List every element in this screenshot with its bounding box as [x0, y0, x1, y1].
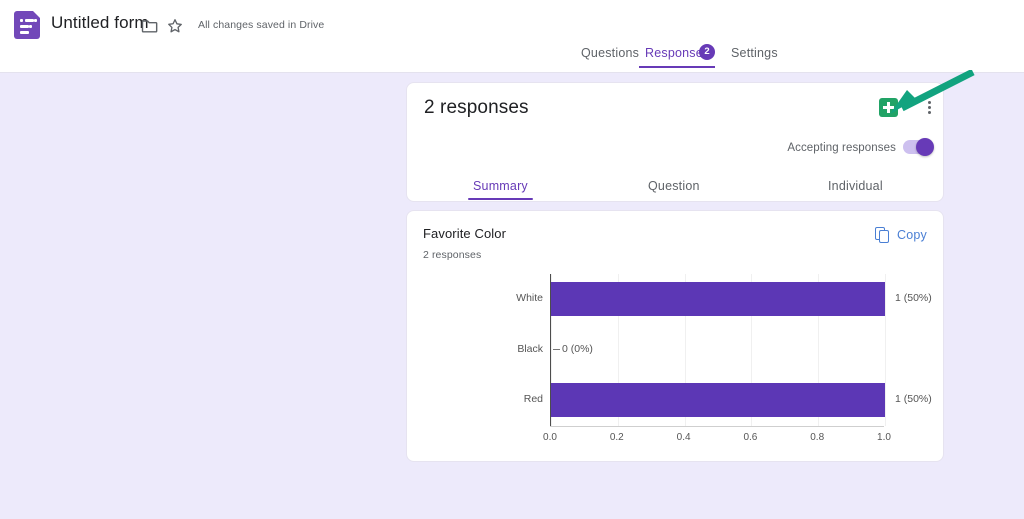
chart-category-label: White	[516, 292, 543, 304]
forms-logo-lines	[20, 19, 40, 37]
tab-summary[interactable]: Summary	[468, 179, 533, 200]
chart-x-axis	[550, 426, 884, 427]
chart-x-tick: 0.6	[743, 432, 758, 443]
chart-plot-area: White 1 (50%) Black 0 (0%) Red 1 (50%)	[516, 274, 932, 426]
save-status-text: All changes saved in Drive	[198, 19, 325, 31]
chart-value-label: 0 (0%)	[562, 342, 593, 355]
chart-bar-row: White 1 (50%)	[516, 274, 932, 325]
chart-gridline	[885, 274, 886, 426]
chart-value-label: 1 (50%)	[895, 393, 932, 406]
chart-x-tick: 0.4	[676, 432, 691, 443]
copy-button-label: Copy	[897, 228, 927, 242]
responses-count-badge: 2	[699, 44, 715, 60]
chart-bar-row: Black 0 (0%)	[517, 325, 884, 376]
copy-icon	[875, 227, 891, 243]
favorite-color-bar-chart: White 1 (50%) Black 0 (0%) Red 1 (50%) 0.0 0.2…	[407, 266, 945, 456]
chart-zero-tick	[553, 348, 560, 350]
chart-value-label: 1 (50%)	[895, 292, 932, 304]
top-tab-bar: Questions Responses 2 Settings	[0, 44, 1024, 73]
chart-x-tick: 0.2	[609, 432, 624, 443]
response-count-heading: 2 responses	[424, 97, 529, 118]
more-vertical-icon[interactable]	[919, 97, 939, 117]
google-forms-responses-page: Untitled form All changes saved in Drive…	[0, 0, 1024, 519]
chart-x-tick: 0.0	[543, 432, 557, 443]
tab-settings[interactable]: Settings	[731, 46, 778, 68]
app-header: Untitled form All changes saved in Drive…	[0, 0, 1024, 73]
tab-question[interactable]: Question	[648, 179, 700, 200]
question-title: Favorite Color	[423, 226, 507, 241]
toggle-knob	[916, 138, 934, 156]
google-forms-icon	[14, 11, 40, 39]
question-summary-card: Favorite Color 2 responses Copy White 1 (…	[406, 210, 944, 462]
chart-bar-row: Red 1 (50%)	[524, 375, 932, 426]
accepting-responses-label: Accepting responses	[787, 142, 896, 154]
chart-x-tick: 0.8	[810, 432, 825, 443]
copy-button[interactable]: Copy	[875, 225, 927, 245]
star-icon[interactable]	[165, 16, 185, 36]
chart-x-tick: 1.0	[877, 432, 891, 443]
accepting-responses-toggle[interactable]	[903, 138, 934, 156]
google-sheets-icon[interactable]	[879, 98, 898, 117]
chart-category-label: Black	[517, 342, 543, 355]
tab-questions[interactable]: Questions	[581, 46, 639, 68]
folder-icon[interactable]	[140, 16, 160, 36]
tab-individual[interactable]: Individual	[828, 179, 883, 200]
responses-summary-card: 2 responses Accepting responses Summary …	[406, 82, 944, 202]
chart-bar	[551, 383, 885, 418]
form-title[interactable]: Untitled form	[51, 13, 149, 33]
responses-view-tabs: Summary Question Individual	[407, 179, 945, 203]
question-response-count: 2 responses	[423, 249, 482, 261]
chart-category-label: Red	[523, 393, 543, 406]
chart-bar	[551, 282, 885, 316]
